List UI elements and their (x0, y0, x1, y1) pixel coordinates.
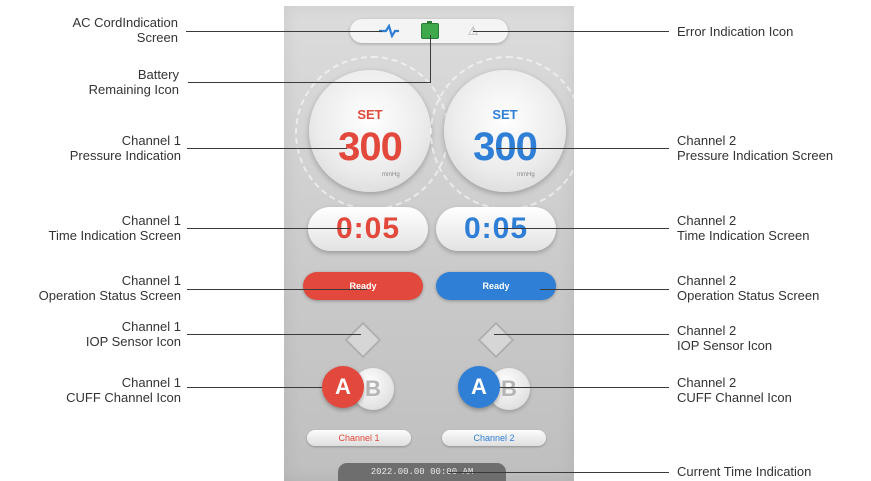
ch2-time-value: 0:05 (463, 212, 529, 245)
leader-battery-h (188, 82, 430, 83)
ch1-time-value: 0:05 (335, 212, 401, 245)
ch1-set-label: SET (357, 107, 383, 122)
label-ch1-cuff-line2: CUFF Channel Icon (66, 390, 181, 405)
label-ch1-iop-line2: IOP Sensor Icon (85, 334, 181, 349)
leader-error (473, 31, 669, 32)
label-ch2-cuff-line2: CUFF Channel Icon (677, 390, 792, 405)
label-battery-line2: Remaining Icon (88, 82, 179, 97)
label-battery: Battery Remaining Icon (10, 67, 179, 97)
label-ch2-status: Channel 2 Operation Status Screen (677, 273, 867, 303)
label-ch2-pressure: Channel 2 Pressure Indication Screen (677, 133, 871, 163)
ch1-pressure-unit: mmHg (382, 172, 400, 178)
label-ch1-status: Channel 1 Operation Status Screen (0, 273, 181, 303)
leader-ch1-cuff (187, 387, 341, 388)
leader-battery-v (430, 35, 431, 83)
label-ch1-time: Channel 1 Time Indication Screen (10, 213, 181, 243)
label-ch1-cuff: Channel 1 CUFF Channel Icon (10, 375, 181, 405)
label-ch2-iop-line1: Channel 2 (677, 323, 737, 338)
label-ch2-status-line1: Channel 2 (677, 273, 737, 288)
label-ch2-status-line2: Operation Status Screen (677, 288, 820, 303)
label-ch2-pressure-line2: Pressure Indication Screen (677, 148, 834, 163)
ch2-channel-label: Channel 2 (442, 430, 546, 446)
label-ch1-time-line2: Time Indication Screen (48, 228, 181, 243)
ch2-cuff-a-icon[interactable]: A (458, 366, 500, 408)
label-ch2-time-line1: Channel 2 (677, 213, 737, 228)
label-ac-cord-line2: Screen (136, 30, 178, 45)
label-battery-line1: Battery (137, 67, 179, 82)
ch2-time-box[interactable]: 0:05 (436, 207, 556, 251)
leader-current-time (448, 472, 669, 473)
label-ch2-iop-line2: IOP Sensor Icon (677, 338, 773, 353)
ch2-set-label: SET (492, 107, 518, 122)
leader-ch1-pressure (187, 148, 347, 149)
label-ch1-pressure-line2: Pressure Indication (69, 148, 181, 163)
label-ch2-cuff: Channel 2 CUFF Channel Icon (677, 375, 867, 405)
label-error-line1: Error Indication Icon (677, 24, 794, 39)
ch2-pressure-unit: mmHg (517, 172, 535, 178)
leader-ch1-iop (187, 334, 361, 335)
label-ch1-pressure: Channel 1 Pressure Indication (10, 133, 181, 163)
label-ch1-cuff-line1: Channel 1 (121, 375, 181, 390)
label-ch2-cuff-line1: Channel 2 (677, 375, 737, 390)
label-current-time: Current Time Indication (677, 464, 867, 479)
label-ch1-pressure-line1: Channel 1 (121, 133, 181, 148)
ch1-channel-label: Channel 1 (307, 430, 411, 446)
label-ch2-pressure-line1: Channel 2 (677, 133, 737, 148)
label-error: Error Indication Icon (677, 24, 867, 39)
leader-ch1-time (187, 228, 350, 229)
label-ch1-iop-line1: Channel 1 (121, 319, 181, 334)
label-ch2-iop: Channel 2 IOP Sensor Icon (677, 323, 867, 353)
ch2-status-button[interactable]: Ready (436, 272, 556, 300)
label-ch1-status-line2: Operation Status Screen (38, 288, 181, 303)
label-current-time-line1: Current Time Indication (677, 464, 812, 479)
label-ch2-time: Channel 2 Time Indication Screen (677, 213, 867, 243)
leader-ch2-iop (494, 334, 669, 335)
leader-ch2-status (540, 289, 669, 290)
label-ac-cord: AC CordIndication Screen (10, 15, 179, 45)
label-ch1-status-line1: Channel 1 (121, 273, 181, 288)
label-ch1-time-line1: Channel 1 (121, 213, 181, 228)
leader-ch2-pressure (497, 148, 669, 149)
label-ch2-time-line2: Time Indication Screen (677, 228, 810, 243)
label-ac-cord-line1: AC CordIndication (72, 15, 179, 30)
leader-ac-cord (186, 31, 382, 32)
leader-ch1-status (187, 289, 367, 290)
leader-ch2-time (498, 228, 669, 229)
ch1-time-box[interactable]: 0:05 (308, 207, 428, 251)
ch1-cuff-a-icon[interactable]: A (322, 366, 364, 408)
label-ch1-iop: Channel 1 IOP Sensor Icon (10, 319, 181, 349)
leader-ch2-cuff (484, 387, 669, 388)
ch1-status-button[interactable]: Ready (303, 272, 423, 300)
